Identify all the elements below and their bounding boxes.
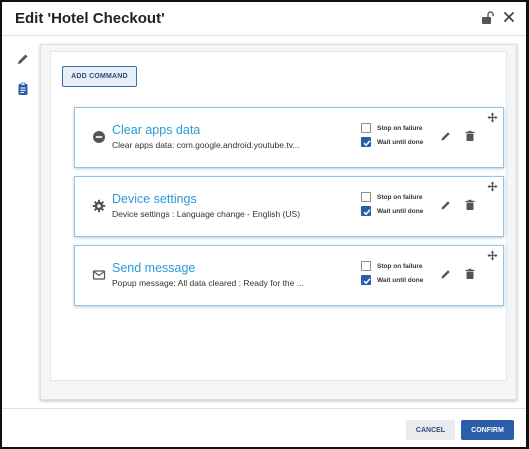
drag-move-icon[interactable] xyxy=(487,181,498,192)
wait-until-done-checkbox[interactable] xyxy=(361,206,371,216)
wait-until-done-checkbox[interactable] xyxy=(361,137,371,147)
add-command-button[interactable]: ADD COMMAND xyxy=(62,66,137,87)
wait-until-done-checkbox[interactable] xyxy=(361,275,371,285)
wait-until-done-option[interactable]: Wait until done xyxy=(361,275,423,285)
wait-until-done-option[interactable]: Wait until done xyxy=(361,137,423,147)
checkmark-icon xyxy=(363,140,371,147)
command-description: Clear apps data: com.google.android.yout… xyxy=(112,140,300,150)
stop-on-failure-option[interactable]: Stop on failure xyxy=(361,261,423,271)
dialog-footer: CANCEL CONFIRM xyxy=(2,408,526,449)
trash-icon[interactable] xyxy=(464,268,476,280)
wait-until-done-option[interactable]: Wait until done xyxy=(361,206,423,216)
stop-on-failure-option[interactable]: Stop on failure xyxy=(361,192,423,202)
edit-dialog: Edit 'Hotel Checkout' ADD COMMAND Clear … xyxy=(0,0,529,449)
edit-pencil-icon[interactable] xyxy=(440,199,452,211)
envelope-icon xyxy=(92,270,106,280)
stop-on-failure-label: Stop on failure xyxy=(377,124,423,132)
cancel-button[interactable]: CANCEL xyxy=(406,420,455,440)
stop-on-failure-label: Stop on failure xyxy=(377,193,423,201)
clipboard-icon[interactable] xyxy=(16,82,30,96)
checkmark-icon xyxy=(363,278,371,285)
gear-icon xyxy=(92,199,106,213)
wait-until-done-label: Wait until done xyxy=(377,138,424,146)
command-title[interactable]: Send message xyxy=(112,261,195,275)
command-card-send-message[interactable]: Send message Popup message: All data cle… xyxy=(74,245,504,306)
confirm-button[interactable]: CONFIRM xyxy=(461,420,514,440)
command-description: Popup message: All data cleared : Ready … xyxy=(112,278,304,288)
stop-on-failure-checkbox[interactable] xyxy=(361,192,371,202)
minus-circle-icon xyxy=(93,131,105,143)
dialog-header: Edit 'Hotel Checkout' xyxy=(2,2,526,36)
command-card-device-settings[interactable]: Device settings Device settings : Langua… xyxy=(74,176,504,237)
command-title[interactable]: Clear apps data xyxy=(112,123,200,137)
stop-on-failure-checkbox[interactable] xyxy=(361,261,371,271)
checkmark-icon xyxy=(363,209,371,216)
edit-pencil-icon[interactable] xyxy=(440,130,452,142)
unlock-icon[interactable] xyxy=(481,11,495,25)
command-card-clear-apps-data[interactable]: Clear apps data Clear apps data: com.goo… xyxy=(74,107,504,168)
command-description: Device settings : Language change - Engl… xyxy=(112,209,301,219)
close-icon[interactable] xyxy=(502,10,516,24)
stop-on-failure-option[interactable]: Stop on failure xyxy=(361,123,423,133)
drag-move-icon[interactable] xyxy=(487,112,498,123)
wait-until-done-label: Wait until done xyxy=(377,276,424,284)
drag-move-icon[interactable] xyxy=(487,250,498,261)
dialog-title: Edit 'Hotel Checkout' xyxy=(15,10,165,27)
stop-on-failure-checkbox[interactable] xyxy=(361,123,371,133)
wait-until-done-label: Wait until done xyxy=(377,207,424,215)
command-title[interactable]: Device settings xyxy=(112,192,197,206)
trash-icon[interactable] xyxy=(464,130,476,142)
commands-panel: ADD COMMAND Clear apps data Clear apps d… xyxy=(40,44,517,400)
commands-container: ADD COMMAND Clear apps data Clear apps d… xyxy=(50,51,507,381)
stop-on-failure-label: Stop on failure xyxy=(377,262,423,270)
edit-pencil-icon[interactable] xyxy=(440,268,452,280)
pencil-icon[interactable] xyxy=(16,52,30,66)
trash-icon[interactable] xyxy=(464,199,476,211)
